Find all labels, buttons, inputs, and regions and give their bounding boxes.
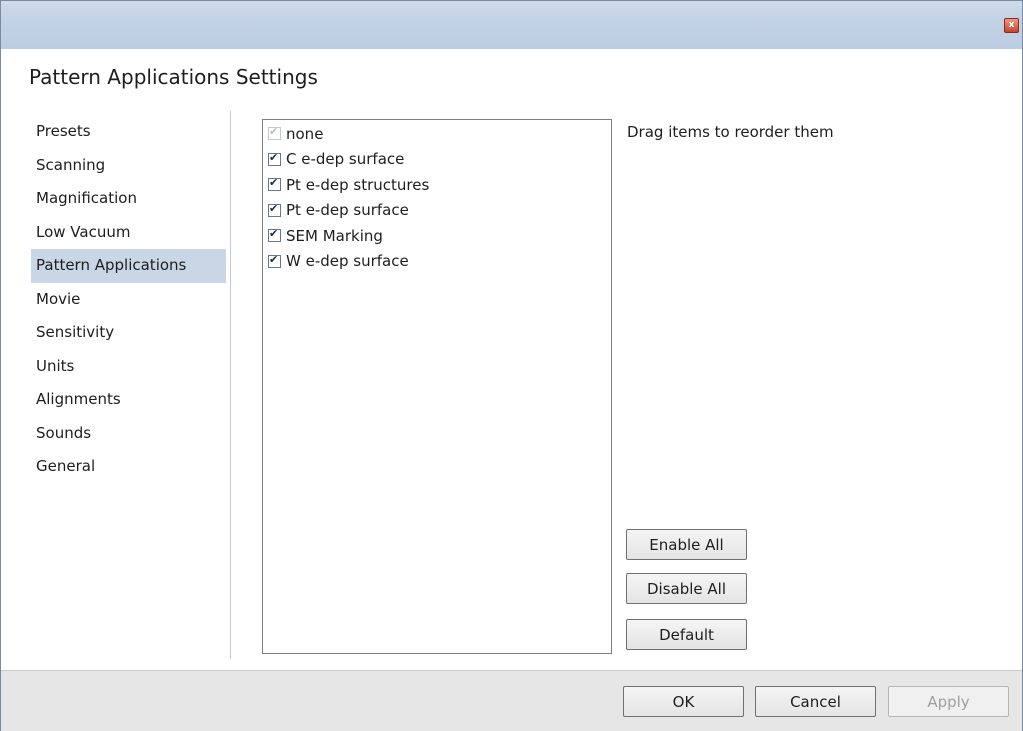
- page-title: Pattern Applications Settings: [29, 65, 318, 89]
- nav-item-alignments[interactable]: Alignments: [31, 383, 226, 417]
- nav-item-scanning[interactable]: Scanning: [31, 149, 226, 183]
- list-item[interactable]: ✔ C e-dep surface: [263, 147, 611, 173]
- title-bar: x: [1, 1, 1022, 49]
- nav-item-sounds[interactable]: Sounds: [31, 417, 226, 451]
- checkmark-icon: ✔: [269, 176, 279, 190]
- nav-item-magnification[interactable]: Magnification: [31, 182, 226, 216]
- cancel-button[interactable]: Cancel: [755, 686, 876, 717]
- list-item-label: C e-dep surface: [286, 150, 405, 169]
- ok-button[interactable]: OK: [623, 686, 744, 717]
- checkbox[interactable]: ✔: [268, 176, 281, 192]
- checkbox: ✔: [268, 125, 281, 141]
- list-item-label: Pt e-dep surface: [286, 201, 409, 220]
- list-item[interactable]: ✔ none: [263, 121, 611, 147]
- checkbox[interactable]: ✔: [268, 252, 281, 268]
- close-icon: x: [1008, 20, 1015, 30]
- checkmark-icon: ✔: [269, 227, 279, 241]
- reorder-hint: Drag items to reorder them: [627, 123, 834, 141]
- nav-item-units[interactable]: Units: [31, 350, 226, 384]
- nav-item-movie[interactable]: Movie: [31, 283, 226, 317]
- checkbox[interactable]: ✔: [268, 150, 281, 166]
- default-button[interactable]: Default: [626, 619, 747, 650]
- nav-divider: [230, 111, 231, 659]
- settings-nav: Presets Scanning Magnification Low Vacuu…: [31, 115, 226, 484]
- list-item-label: Pt e-dep structures: [286, 175, 430, 194]
- nav-item-pattern-applications[interactable]: Pattern Applications: [31, 249, 226, 283]
- nav-item-presets[interactable]: Presets: [31, 115, 226, 149]
- checkmark-icon: ✔: [269, 201, 279, 215]
- nav-item-general[interactable]: General: [31, 450, 226, 484]
- list-item-label: W e-dep surface: [286, 252, 409, 271]
- checkmark-icon: ✔: [269, 252, 279, 266]
- apply-button[interactable]: Apply: [888, 686, 1009, 717]
- list-item[interactable]: ✔ Pt e-dep surface: [263, 198, 611, 224]
- checkbox[interactable]: ✔: [268, 227, 281, 243]
- pattern-applications-list[interactable]: ✔ none ✔ C e-dep surface ✔ Pt e-dep stru…: [262, 119, 612, 654]
- settings-window: x Pattern Applications Settings Presets …: [0, 0, 1023, 731]
- list-item[interactable]: ✔ SEM Marking: [263, 223, 611, 249]
- enable-all-button[interactable]: Enable All: [626, 529, 747, 560]
- nav-item-low-vacuum[interactable]: Low Vacuum: [31, 216, 226, 250]
- list-item-label: SEM Marking: [286, 226, 383, 245]
- dialog-footer: OK Cancel Apply: [1, 670, 1022, 731]
- checkmark-icon: ✔: [269, 125, 279, 139]
- disable-all-button[interactable]: Disable All: [626, 573, 747, 604]
- list-item-label: none: [286, 124, 324, 143]
- nav-item-sensitivity[interactable]: Sensitivity: [31, 316, 226, 350]
- checkmark-icon: ✔: [269, 150, 279, 164]
- list-item[interactable]: ✔ Pt e-dep structures: [263, 172, 611, 198]
- checkbox[interactable]: ✔: [268, 201, 281, 217]
- close-button[interactable]: x: [1004, 18, 1019, 33]
- list-item[interactable]: ✔ W e-dep surface: [263, 249, 611, 275]
